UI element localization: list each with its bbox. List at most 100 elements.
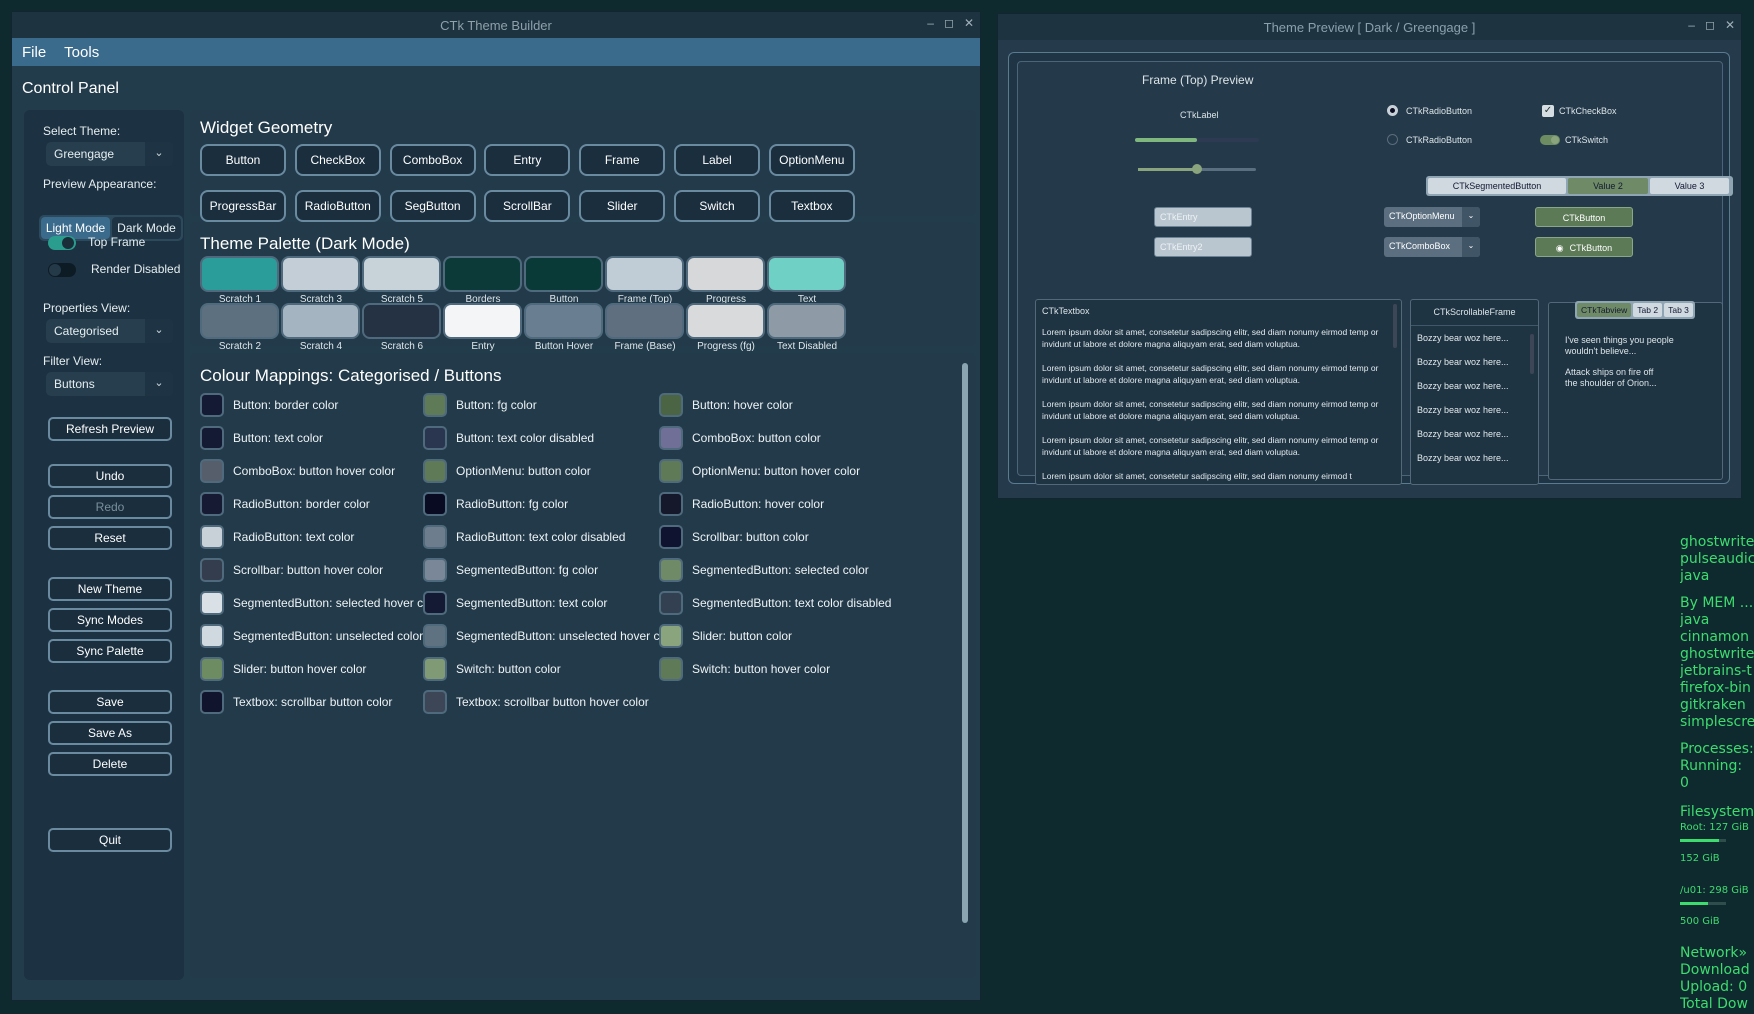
- colour-mapping-swatch[interactable]: [659, 459, 683, 483]
- palette-swatch[interactable]: [767, 256, 846, 292]
- palette-swatch[interactable]: [605, 256, 684, 292]
- mappings-scrollbar[interactable]: [962, 363, 968, 923]
- filter-view-select[interactable]: Buttons ⌄: [46, 372, 173, 396]
- radio-button-1[interactable]: CTkRadioButton: [1406, 106, 1472, 116]
- palette-swatch[interactable]: [281, 303, 360, 339]
- palette-swatch[interactable]: [686, 303, 765, 339]
- chevron-down-icon[interactable]: ⌄: [145, 142, 173, 166]
- colour-mapping-swatch[interactable]: [659, 492, 683, 516]
- palette-swatch[interactable]: [443, 256, 522, 292]
- geometry-textbox-button[interactable]: Textbox: [768, 190, 855, 222]
- redo-button[interactable]: Redo: [48, 495, 172, 519]
- geometry-combobox-button[interactable]: ComboBox: [389, 144, 476, 176]
- colour-mapping-swatch[interactable]: [200, 525, 224, 549]
- tab-2[interactable]: Tab 2: [1633, 303, 1663, 317]
- colour-mapping-swatch[interactable]: [423, 591, 447, 615]
- colour-mapping-swatch[interactable]: [423, 393, 447, 417]
- sync-modes-button[interactable]: Sync Modes: [48, 608, 172, 632]
- colour-mapping-swatch[interactable]: [423, 657, 447, 681]
- colour-mapping-swatch[interactable]: [200, 690, 224, 714]
- geometry-progressbar-button[interactable]: ProgressBar: [200, 190, 286, 222]
- delete-button[interactable]: Delete: [48, 752, 172, 776]
- palette-swatch[interactable]: [443, 303, 522, 339]
- chevron-down-icon[interactable]: ⌄: [145, 319, 173, 343]
- chevron-down-icon[interactable]: ⌄: [1462, 237, 1480, 257]
- geometry-slider-button[interactable]: Slider: [579, 190, 666, 222]
- preview-entry-2[interactable]: CTkEntry2: [1154, 237, 1252, 257]
- checkbox-check-icon[interactable]: ✓: [1542, 105, 1554, 117]
- colour-mapping-swatch[interactable]: [423, 492, 447, 516]
- geometry-label-button[interactable]: Label: [674, 144, 760, 176]
- geometry-switch-button[interactable]: Switch: [674, 190, 760, 222]
- textbox-scrollbar[interactable]: [1393, 304, 1397, 348]
- palette-swatch[interactable]: [362, 303, 441, 339]
- save-as-button[interactable]: Save As: [48, 721, 172, 745]
- seg-option-1[interactable]: CTkSegmentedButton: [1428, 178, 1566, 194]
- reset-button[interactable]: Reset: [48, 526, 172, 550]
- minimize-icon[interactable]: –: [927, 16, 934, 30]
- colour-mapping-swatch[interactable]: [200, 558, 224, 582]
- new-theme-button[interactable]: New Theme: [48, 577, 172, 601]
- radio-selected-icon[interactable]: [1387, 105, 1398, 116]
- geometry-segbutton-button[interactable]: SegButton: [389, 190, 476, 222]
- colour-mapping-swatch[interactable]: [200, 657, 224, 681]
- geometry-frame-button[interactable]: Frame: [579, 144, 666, 176]
- colour-mapping-swatch[interactable]: [200, 393, 224, 417]
- colour-mapping-swatch[interactable]: [659, 426, 683, 450]
- palette-swatch[interactable]: [605, 303, 684, 339]
- geometry-scrollbar-button[interactable]: ScrollBar: [484, 190, 571, 222]
- maximize-icon[interactable]: ◻: [1705, 18, 1715, 32]
- menu-tools[interactable]: Tools: [64, 44, 99, 61]
- properties-view-select[interactable]: Categorised ⌄: [46, 319, 173, 343]
- undo-button[interactable]: Undo: [48, 464, 172, 488]
- geometry-radiobutton-button[interactable]: RadioButton: [294, 190, 381, 222]
- colour-mapping-swatch[interactable]: [200, 591, 224, 615]
- maximize-icon[interactable]: ◻: [944, 16, 954, 30]
- palette-swatch[interactable]: [524, 256, 603, 292]
- colour-mapping-swatch[interactable]: [423, 525, 447, 549]
- seg-option-2[interactable]: Value 2: [1568, 178, 1648, 194]
- colour-mapping-swatch[interactable]: [659, 624, 683, 648]
- colour-mapping-swatch[interactable]: [659, 558, 683, 582]
- palette-swatch[interactable]: [686, 256, 765, 292]
- preview-button-1[interactable]: CTkButton: [1535, 207, 1633, 227]
- tab-3[interactable]: Tab 3: [1664, 303, 1693, 317]
- colour-mapping-swatch[interactable]: [659, 591, 683, 615]
- chevron-down-icon[interactable]: ⌄: [145, 372, 173, 396]
- colour-mapping-swatch[interactable]: [659, 657, 683, 681]
- colour-mapping-swatch[interactable]: [423, 624, 447, 648]
- palette-swatch[interactable]: [200, 256, 279, 292]
- colour-mapping-swatch[interactable]: [200, 624, 224, 648]
- theme-select[interactable]: Greengage ⌄: [46, 142, 173, 166]
- preview-button-2[interactable]: ◉ CTkButton: [1535, 237, 1633, 257]
- colour-mapping-swatch[interactable]: [659, 393, 683, 417]
- chevron-down-icon[interactable]: ⌄: [1462, 207, 1480, 227]
- scrollable-frame-scrollbar[interactable]: [1530, 334, 1534, 374]
- preview-combobox[interactable]: CTkComboBox ⌄: [1384, 237, 1480, 257]
- radio-button-2[interactable]: CTkRadioButton: [1406, 135, 1472, 145]
- close-icon[interactable]: ✕: [1725, 18, 1735, 32]
- geometry-entry-button[interactable]: Entry: [484, 144, 571, 176]
- preview-entry-1[interactable]: CTkEntry: [1154, 207, 1252, 227]
- geometry-checkbox-button[interactable]: CheckBox: [294, 144, 381, 176]
- save-button[interactable]: Save: [48, 690, 172, 714]
- palette-swatch[interactable]: [767, 303, 846, 339]
- colour-mapping-swatch[interactable]: [423, 426, 447, 450]
- geometry-button-button[interactable]: Button: [200, 144, 286, 176]
- preview-option-menu[interactable]: CTkOptionMenu ⌄: [1384, 207, 1480, 227]
- tab-ctktabview[interactable]: CTkTabview: [1577, 303, 1632, 317]
- colour-mapping-swatch[interactable]: [423, 459, 447, 483]
- top-frame-switch[interactable]: [48, 236, 76, 250]
- preview-textbox[interactable]: CTkTextbox Lorem ipsum dolor sit amet, c…: [1035, 299, 1402, 485]
- preview-checkbox[interactable]: CTkCheckBox: [1559, 106, 1617, 116]
- palette-swatch[interactable]: [281, 256, 360, 292]
- refresh-preview-button[interactable]: Refresh Preview: [48, 417, 172, 441]
- render-disabled-switch[interactable]: [48, 263, 76, 277]
- preview-slider[interactable]: [1138, 164, 1256, 174]
- palette-swatch[interactable]: [200, 303, 279, 339]
- colour-mapping-swatch[interactable]: [423, 690, 447, 714]
- palette-swatch[interactable]: [524, 303, 603, 339]
- radio-unselected-icon[interactable]: [1387, 134, 1398, 145]
- menu-file[interactable]: File: [22, 44, 46, 61]
- close-icon[interactable]: ✕: [964, 16, 974, 30]
